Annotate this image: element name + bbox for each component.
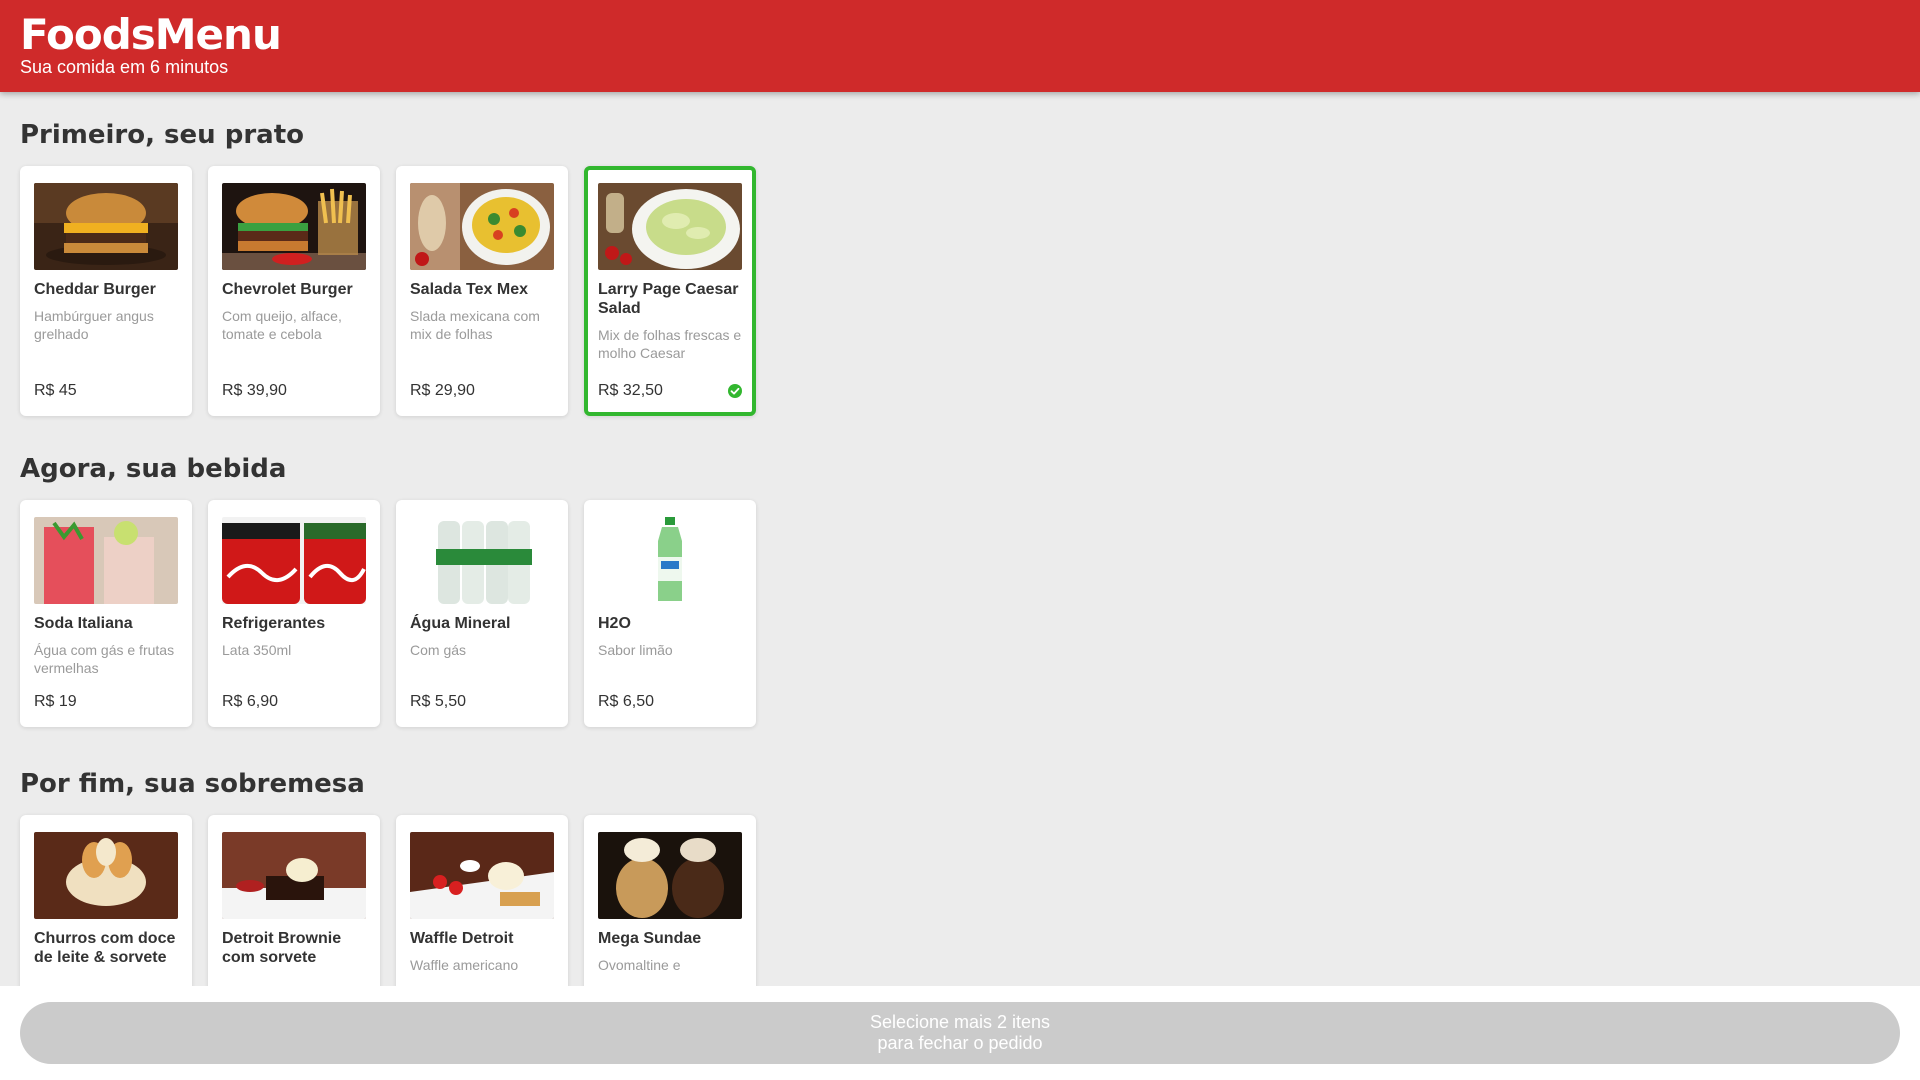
menu-content[interactable]: Primeiro, seu prato Cheddar Burger Hambú [0,92,1920,986]
item-name: Waffle Detroit [410,930,514,947]
item-name: Refrigerantes [222,615,326,632]
item-price: R$ 5,50 [410,693,467,710]
app-tagline: Sua comida em 6 minutos [20,57,229,77]
menu-card-detroit-brownie[interactable]: Detroit Brownie com sorvete [208,815,380,986]
item-name: Cheddar Burger [34,281,156,298]
menu-card-chevrolet-burger[interactable]: Chevrolet Burger Com queijo, alface, tom… [208,166,380,416]
menu-card-cheddar-burger[interactable]: Cheddar Burger Hambúrguer angus grelhado… [20,166,192,416]
item-description: Slada mexicana com mix de folhas [410,308,540,342]
section-sobremesas: Por fim, sua sobremesa Churros com doce … [20,763,760,986]
waffle-image [410,832,554,919]
item-description: Sabor limão [598,642,673,658]
burger-image [34,183,178,270]
water-bottles-image [410,517,554,604]
salad-image [410,183,554,270]
checkout-button-line1: Selecione mais 2 itens [869,1012,1051,1032]
item-description: Hambúrguer angus grelhado [34,308,154,342]
item-price: R$ 39,90 [222,382,287,399]
menu-card-salada-tex-mex[interactable]: Salada Tex Mex Slada mexicana com mix de… [396,166,568,416]
section-title: Por fim, sua sobremesa [20,769,365,799]
checkout-button-line2: para fechar o pedido [877,1033,1043,1053]
section-title: Primeiro, seu prato [20,120,304,150]
menu-card-mega-sundae[interactable]: Mega Sundae Ovomaltine e [584,815,756,986]
menu-card-soda-italiana[interactable]: Soda Italiana Água com gás e frutas verm… [20,500,192,727]
section-title: Agora, sua bebida [20,454,287,484]
item-description: Com queijo, alface, tomate e cebola [222,308,342,342]
menu-card-agua-mineral[interactable]: Água Mineral Com gás R$ 5,50 [396,500,568,727]
item-name: Larry Page Caesar Salad [598,281,739,317]
item-name: Soda Italiana [34,615,133,632]
menu-card-refrigerantes[interactable]: Refrigerantes Lata 350ml R$ 6,90 [208,500,380,727]
item-name: Chevrolet Burger [222,281,353,298]
item-name: Mega Sundae [598,930,702,947]
menu-card-h2o[interactable]: H2O Sabor limão R$ 6,50 [584,500,756,727]
card-row: Cheddar Burger Hambúrguer angus grelhado… [20,166,760,416]
item-name: Salada Tex Mex [410,281,528,298]
item-description: Waffle americano [410,957,519,973]
item-price: R$ 29,90 [410,382,475,399]
menu-card-churros[interactable]: Churros com doce de leite & sorvete [20,815,192,986]
menu-card-waffle-detroit[interactable]: Waffle Detroit Waffle americano [396,815,568,986]
caesar-salad-image [598,183,742,270]
item-name: Churros com doce de leite & sorvete [34,930,176,966]
check-circle-icon [728,384,742,398]
item-price: R$ 32,50 [598,382,663,399]
item-price: R$ 6,50 [598,693,655,710]
h2o-bottle-image [598,517,742,604]
soda-image [34,517,178,604]
item-description: Ovomaltine e [598,957,681,973]
item-name: H2O [598,615,631,632]
item-name: Água Mineral [410,615,511,632]
item-name: Detroit Brownie com sorvete [222,930,342,966]
item-description: Com gás [410,642,467,658]
sundae-image [598,832,742,919]
checkout-button[interactable]: Selecione mais 2 itens para fechar o ped… [20,1002,1900,1064]
card-row: Soda Italiana Água com gás e frutas verm… [20,500,760,727]
burger-fries-image [222,183,366,270]
order-footer: Selecione mais 2 itens para fechar o ped… [0,986,1920,1080]
item-price: R$ 45 [34,382,77,399]
card-row: Churros com doce de leite & sorvete Detr… [20,815,760,986]
menu-card-caesar-salad[interactable]: Larry Page Caesar Salad Mix de folhas fr… [584,166,756,416]
item-description: Mix de folhas frescas e molho Caesar [598,327,742,361]
app-logo: FoodsMenu [20,10,282,59]
churros-image [34,832,178,919]
item-description: Lata 350ml [222,642,292,658]
item-price: R$ 6,90 [222,693,279,710]
item-description: Água com gás e frutas vermelhas [34,642,175,676]
item-price: R$ 19 [34,693,77,710]
app-header: FoodsMenu Sua comida em 6 minutos [0,0,1920,92]
brownie-image [222,832,366,919]
section-pratos: Primeiro, seu prato Cheddar Burger Hambú [20,114,760,416]
section-bebidas: Agora, sua bebida Soda Italiana Água com… [20,448,760,727]
soda-cans-image [222,517,366,604]
